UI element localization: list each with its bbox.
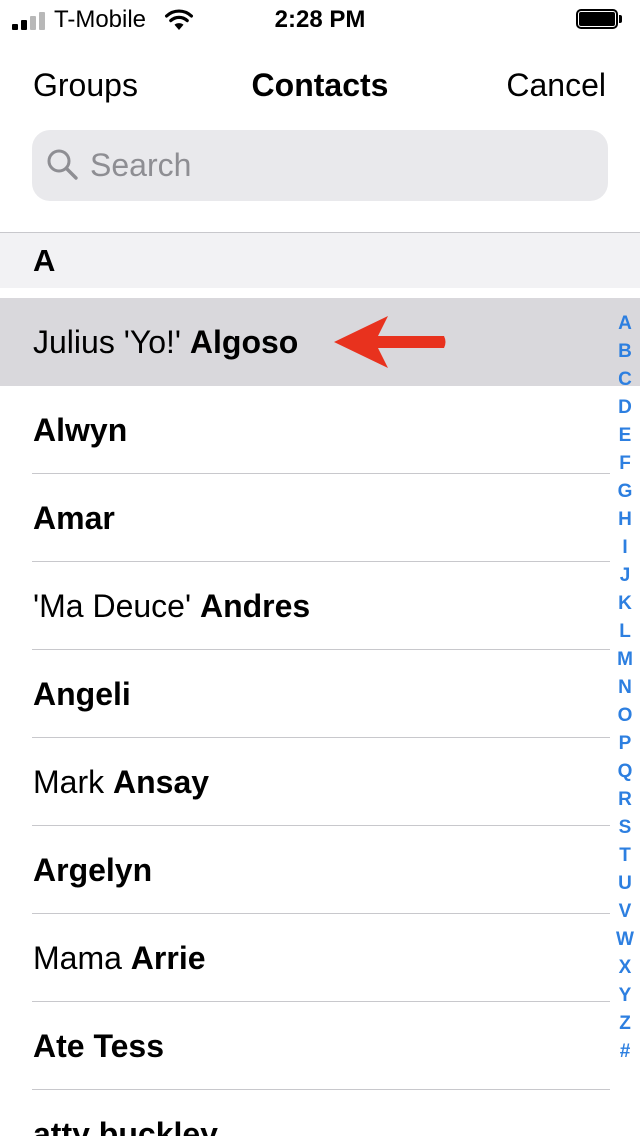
contact-last-name: Algoso [189, 324, 299, 360]
battery-icon [576, 9, 624, 31]
contact-row[interactable]: Ate Tess [0, 1002, 640, 1090]
contact-last-name: Ate Tess [33, 1028, 165, 1064]
index-letter[interactable]: V [611, 898, 639, 926]
contact-last-name: Ansay [113, 764, 210, 800]
search-icon [47, 149, 78, 180]
alphabet-index[interactable]: A B C D E F G H I J K L M N O P Q R S T … [611, 310, 639, 1066]
index-letter[interactable]: M [611, 646, 639, 674]
contact-name: Julius 'Yo!' Algoso [33, 322, 298, 362]
contact-first-name: Mark [33, 764, 105, 800]
index-letter[interactable]: T [611, 842, 639, 870]
section-letter: A [33, 243, 56, 278]
cancel-button[interactable]: Cancel [506, 66, 606, 104]
status-bar: T-Mobile 2:28 PM [0, 0, 640, 40]
index-letter[interactable]: B [611, 338, 639, 366]
index-letter[interactable]: O [611, 702, 639, 730]
index-letter[interactable]: Z [611, 1010, 639, 1038]
section-header: A [0, 232, 640, 288]
contact-last-name: Angeli [33, 676, 131, 712]
search-input[interactable] [90, 130, 590, 201]
index-letter[interactable]: H [611, 506, 639, 534]
contact-row[interactable]: Angeli [0, 650, 640, 738]
contact-name: Ate Tess [33, 1026, 164, 1066]
contact-first-name: Julius 'Yo!' [33, 324, 182, 360]
index-letter[interactable]: F [611, 450, 639, 478]
index-letter[interactable]: D [611, 394, 639, 422]
contact-row[interactable]: Mama Arrie [0, 914, 640, 1002]
contact-row[interactable]: Argelyn [0, 826, 640, 914]
contact-last-name: Arrie [130, 940, 206, 976]
contact-name: Argelyn [33, 850, 152, 890]
contact-list: Julius 'Yo!' Algoso Alwyn Amar 'Ma Deuce… [0, 298, 640, 1136]
index-letter[interactable]: Y [611, 982, 639, 1010]
contact-first-name: 'Ma Deuce' [33, 588, 192, 624]
contact-name: 'Ma Deuce' Andres [33, 586, 310, 626]
contact-last-name: Andres [199, 588, 311, 624]
contact-last-name: Alwyn [33, 412, 128, 448]
index-letter[interactable]: C [611, 366, 639, 394]
contact-name: atty buckley [33, 1114, 218, 1136]
index-letter[interactable]: # [611, 1038, 639, 1066]
contact-row[interactable]: Julius 'Yo!' Algoso [0, 298, 640, 386]
contact-name: Angeli [33, 674, 131, 714]
contact-row[interactable]: Amar [0, 474, 640, 562]
navigation-bar: Groups Contacts Cancel [0, 58, 640, 112]
contact-name: Mark Ansay [33, 762, 209, 802]
index-letter[interactable]: K [611, 590, 639, 618]
index-letter[interactable]: X [611, 954, 639, 982]
contact-first-name: Mama [33, 940, 122, 976]
index-letter[interactable]: E [611, 422, 639, 450]
contact-last-name: Amar [33, 500, 115, 536]
index-letter[interactable]: P [611, 730, 639, 758]
contact-row[interactable]: atty buckley [0, 1090, 640, 1136]
contact-name: Amar [33, 498, 115, 538]
contact-name: Mama Arrie [33, 938, 206, 978]
index-letter[interactable]: U [611, 870, 639, 898]
index-letter[interactable]: N [611, 674, 639, 702]
index-letter[interactable]: L [611, 618, 639, 646]
contact-row[interactable]: Mark Ansay [0, 738, 640, 826]
index-letter[interactable]: S [611, 814, 639, 842]
contact-last-name: Argelyn [33, 852, 153, 888]
status-time: 2:28 PM [274, 6, 366, 33]
red-arrow-left-icon [334, 316, 446, 368]
index-letter[interactable]: G [611, 478, 639, 506]
index-letter[interactable]: Q [611, 758, 639, 786]
index-letter[interactable]: I [611, 534, 639, 562]
contact-row[interactable]: Alwyn [0, 386, 640, 474]
index-letter[interactable]: R [611, 786, 639, 814]
index-letter[interactable]: W [611, 926, 639, 954]
contact-last-name: atty buckley [33, 1116, 218, 1136]
contacts-screen: T-Mobile 2:28 PM Groups Contacts Cancel … [0, 0, 640, 1136]
index-letter[interactable]: J [611, 562, 639, 590]
search-bar[interactable] [32, 130, 608, 201]
index-letter[interactable]: A [611, 310, 639, 338]
contact-name: Alwyn [33, 410, 127, 450]
contact-row[interactable]: 'Ma Deuce' Andres [0, 562, 640, 650]
